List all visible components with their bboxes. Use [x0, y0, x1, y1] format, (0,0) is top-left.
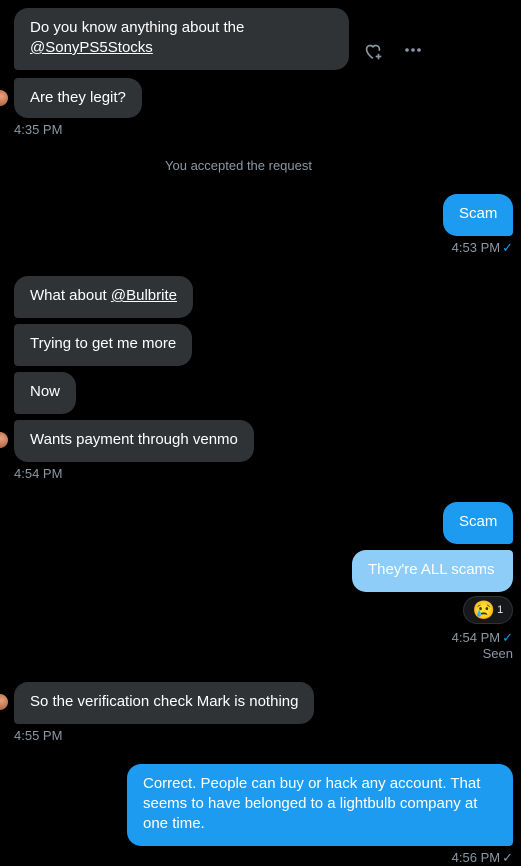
timestamp: 4:56 PM ✓	[380, 850, 513, 866]
timestamp: 4:54 PM	[14, 466, 63, 481]
message-text: Wants payment through venmo	[30, 431, 238, 448]
system-message: You accepted the request	[165, 158, 312, 173]
message-text: They're ALL scams	[368, 561, 495, 578]
sent-check-icon: ✓	[502, 850, 513, 865]
avatar[interactable]	[0, 694, 8, 710]
timestamp: 4:55 PM	[14, 728, 63, 743]
mention-link[interactable]: @Bulbrite	[111, 287, 177, 304]
avatar[interactable]	[0, 432, 8, 448]
message-bubble-outgoing[interactable]: Scam	[443, 194, 513, 236]
crying-face-icon: 😢	[472, 600, 496, 620]
message-text: So the verification check Mark is nothin…	[30, 693, 299, 710]
message-bubble-outgoing[interactable]: Scam	[443, 502, 513, 544]
message-bubble-incoming[interactable]: Now	[14, 372, 77, 414]
timestamp-text: 4:53 PM	[451, 240, 501, 255]
message-text: What about	[30, 287, 111, 304]
message-bubble-incoming[interactable]: Are they legit?	[14, 78, 142, 118]
message-bubble-incoming[interactable]: So the verification check Mark is nothin…	[14, 682, 315, 724]
timestamp-text: 4:54 PM	[451, 630, 501, 645]
more-horizontal-icon[interactable]	[403, 40, 423, 60]
message-bubble-incoming[interactable]: Trying to get me more	[14, 324, 193, 366]
message-bubble-incoming[interactable]: What about @Bulbrite	[14, 276, 193, 318]
message-text: Do you know anything about the	[30, 19, 245, 36]
heart-add-icon[interactable]	[362, 40, 384, 62]
message-text: Scam	[459, 513, 498, 530]
message-bubble-outgoing[interactable]: Correct. People can buy or hack any acco…	[127, 764, 513, 846]
message-text: Are they legit?	[30, 89, 126, 106]
message-text: Scam	[459, 205, 498, 222]
timestamp: 4:53 PM ✓	[380, 240, 513, 256]
message-text: Correct. People can buy or hack any acco…	[143, 775, 481, 832]
read-check-icon: ✓	[502, 630, 513, 645]
reaction-badge[interactable]: 😢 1	[463, 596, 513, 624]
read-check-icon: ✓	[502, 240, 513, 255]
mention-link[interactable]: @SonyPS5Stocks	[30, 39, 153, 56]
message-bubble-outgoing[interactable]: They're ALL scams	[352, 550, 513, 592]
avatar[interactable]	[0, 90, 8, 106]
reaction-count: 1	[497, 604, 504, 616]
message-bubble-incoming[interactable]: Wants payment through venmo	[14, 420, 254, 462]
seen-label: Seen	[482, 646, 513, 661]
timestamp: 4:35 PM	[14, 122, 63, 137]
message-text: Trying to get me more	[30, 335, 177, 352]
message-bubble-incoming[interactable]: Do you know anything about the @SonyPS5S…	[14, 8, 349, 70]
timestamp-text: 4:56 PM	[451, 850, 501, 865]
timestamp: 4:54 PM ✓	[380, 630, 513, 646]
message-text: Now	[30, 383, 61, 400]
